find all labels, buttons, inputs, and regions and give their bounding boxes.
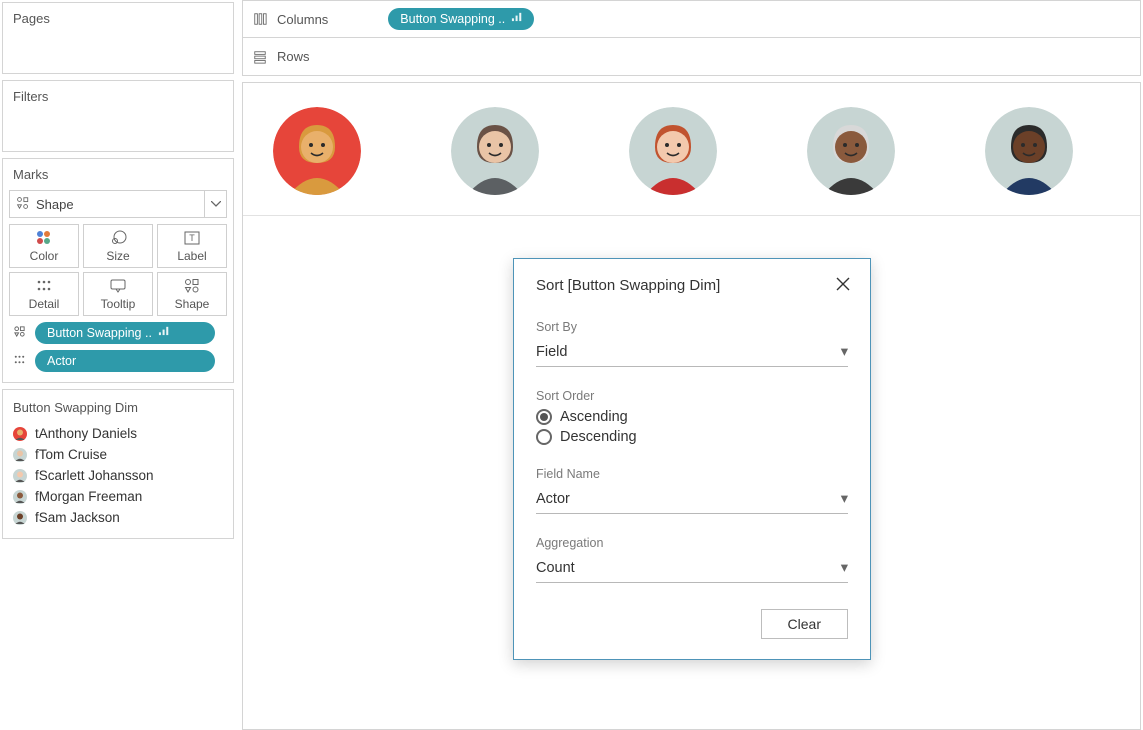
field-name-label: Field Name [536,467,848,481]
dimension-legend: Button Swapping Dim tAnthony DanielsfTom… [2,389,234,539]
columns-shelf-label: Columns [277,12,328,27]
marks-color-button[interactable]: Color [9,224,79,268]
marks-label-label: Label [177,249,206,263]
sort-order-desc-label: Descending [560,429,637,445]
legend-item-label: fScarlett Johansson [35,465,154,486]
marks-type-select[interactable]: Shape [9,190,227,218]
chevron-down-icon: ▾ [841,560,848,576]
legend-item-label: fSam Jackson [35,507,120,528]
shape-icon [9,325,29,341]
legend-item[interactable]: tAnthony Daniels [13,423,223,444]
size-icon [109,229,127,247]
avatar-icon [13,469,27,483]
columns-pill-button-swapping[interactable]: Button Swapping .. [388,8,534,30]
legend-item[interactable]: fSam Jackson [13,507,223,528]
radio-icon [536,409,552,425]
shape-icon [16,196,30,213]
sort-dialog: Sort [Button Swapping Dim] Sort By Field… [513,258,871,660]
marks-type-value: Shape [36,197,74,212]
label-icon: T [183,229,201,247]
marks-pill-row[interactable]: Actor [9,350,227,372]
rows-shelf[interactable]: Rows [242,38,1141,76]
marks-label-button[interactable]: T Label [157,224,227,268]
sort-order-asc-label: Ascending [560,409,628,425]
columns-icon [251,10,269,28]
viz-canvas[interactable]: Sort [Button Swapping Dim] Sort By Field… [242,82,1141,730]
marks-size-button[interactable]: Size [83,224,153,268]
sort-order-ascending[interactable]: Ascending [536,409,848,425]
marks-tooltip-button[interactable]: Tooltip [83,272,153,316]
header-avatar[interactable] [807,107,895,195]
header-avatar[interactable] [985,107,1073,195]
sort-icon [511,10,522,28]
avatar-icon [13,427,27,441]
marks-detail-button[interactable]: Detail [9,272,79,316]
pill-label: Button Swapping .. [47,324,152,342]
marks-size-label: Size [106,249,129,263]
field-name-value: Actor [536,491,570,507]
sort-by-select[interactable]: Field ▾ [536,340,848,367]
aggregation-select[interactable]: Count ▾ [536,556,848,583]
chevron-down-icon [204,191,226,217]
marks-color-label: Color [30,249,59,263]
avatar-icon [13,511,27,525]
marks-shape-label: Shape [175,297,210,311]
legend-item[interactable]: fScarlett Johansson [13,465,223,486]
close-button[interactable] [832,273,854,295]
svg-text:T: T [189,233,195,243]
marks-pill[interactable]: Button Swapping .. [35,322,215,344]
chevron-down-icon: ▾ [841,344,848,360]
color-icon [35,229,53,247]
detail-icon [9,353,29,369]
filters-panel: Filters [2,80,234,152]
sort-icon [158,324,169,342]
pages-panel-title: Pages [3,3,233,34]
rows-icon [251,48,269,66]
pages-panel: Pages [2,2,234,74]
chevron-down-icon: ▾ [841,491,848,507]
sort-order-label: Sort Order [536,389,848,403]
aggregation-value: Count [536,560,575,576]
aggregation-label: Aggregation [536,536,848,550]
header-avatar[interactable] [629,107,717,195]
shape-icon [183,277,201,295]
legend-item-label: tAnthony Daniels [35,423,137,444]
marks-panel: Marks Shape Color [2,158,234,383]
legend-item[interactable]: fMorgan Freeman [13,486,223,507]
clear-button[interactable]: Clear [761,609,848,639]
sort-dialog-title: Sort [Button Swapping Dim] [536,277,848,294]
header-avatar[interactable] [451,107,539,195]
marks-pill[interactable]: Actor [35,350,215,372]
sort-order-descending[interactable]: Descending [536,429,848,445]
marks-pill-row[interactable]: Button Swapping .. [9,322,227,344]
marks-tooltip-label: Tooltip [101,297,136,311]
tooltip-icon [109,277,127,295]
pill-label: Button Swapping .. [400,10,505,28]
marks-shape-button[interactable]: Shape [157,272,227,316]
pill-label: Actor [47,352,76,370]
detail-icon [35,277,53,295]
header-avatar[interactable] [273,107,361,195]
sort-by-value: Field [536,344,567,360]
legend-item-label: fTom Cruise [35,444,107,465]
dimension-legend-title: Button Swapping Dim [13,400,223,415]
field-name-select[interactable]: Actor ▾ [536,487,848,514]
legend-item[interactable]: fTom Cruise [13,444,223,465]
sort-by-label: Sort By [536,320,848,334]
marks-detail-label: Detail [29,297,60,311]
avatar-icon [13,490,27,504]
radio-icon [536,429,552,445]
rows-shelf-label: Rows [277,49,310,64]
filters-panel-title: Filters [3,81,233,112]
marks-panel-title: Marks [3,159,233,186]
columns-shelf[interactable]: Columns Button Swapping .. [242,0,1141,38]
legend-item-label: fMorgan Freeman [35,486,142,507]
avatar-icon [13,448,27,462]
